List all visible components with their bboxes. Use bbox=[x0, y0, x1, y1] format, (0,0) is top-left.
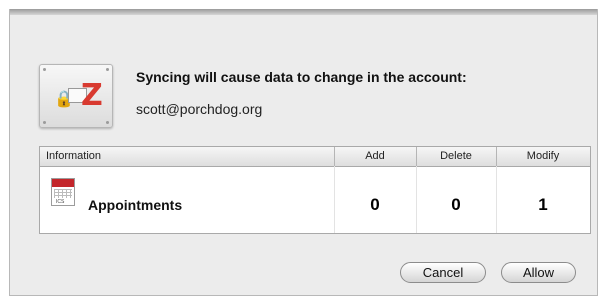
delete-count: 0 bbox=[451, 195, 461, 214]
allow-button[interactable]: Allow bbox=[501, 262, 576, 283]
screw bbox=[106, 68, 109, 71]
calendar-header bbox=[52, 179, 74, 187]
app-icon: 🔒 Z bbox=[39, 64, 113, 128]
cancel-button[interactable]: Cancel bbox=[400, 262, 486, 283]
table-header: Information Add Delete Modify bbox=[40, 147, 590, 167]
changes-table: Information Add Delete Modify ICS Appoin… bbox=[39, 146, 591, 234]
account-email: scott@porchdog.org bbox=[136, 101, 263, 117]
dialog-message: Syncing will cause data to change in the… bbox=[136, 69, 467, 85]
column-header-information[interactable]: Information bbox=[46, 150, 101, 162]
app-logo-letter: Z bbox=[81, 78, 103, 113]
screw bbox=[106, 121, 109, 124]
sheet-top-edge bbox=[10, 9, 597, 15]
column-header-add[interactable]: Add bbox=[334, 150, 416, 162]
calendar-grid bbox=[54, 189, 72, 198]
column-header-modify[interactable]: Modify bbox=[496, 150, 590, 162]
ics-mark: ICS bbox=[56, 199, 65, 205]
screw bbox=[43, 121, 46, 124]
cell-divider bbox=[496, 166, 497, 233]
row-label-appointments: Appointments bbox=[88, 197, 183, 213]
modify-count: 1 bbox=[538, 195, 548, 214]
cell-divider bbox=[416, 166, 417, 233]
screw bbox=[43, 68, 46, 71]
column-header-delete[interactable]: Delete bbox=[416, 150, 496, 162]
add-count: 0 bbox=[370, 195, 380, 214]
cell-divider bbox=[334, 166, 335, 233]
sync-dialog: 🔒 Z Syncing will cause data to change in… bbox=[9, 9, 598, 296]
calendar-icon: ICS bbox=[51, 178, 75, 206]
